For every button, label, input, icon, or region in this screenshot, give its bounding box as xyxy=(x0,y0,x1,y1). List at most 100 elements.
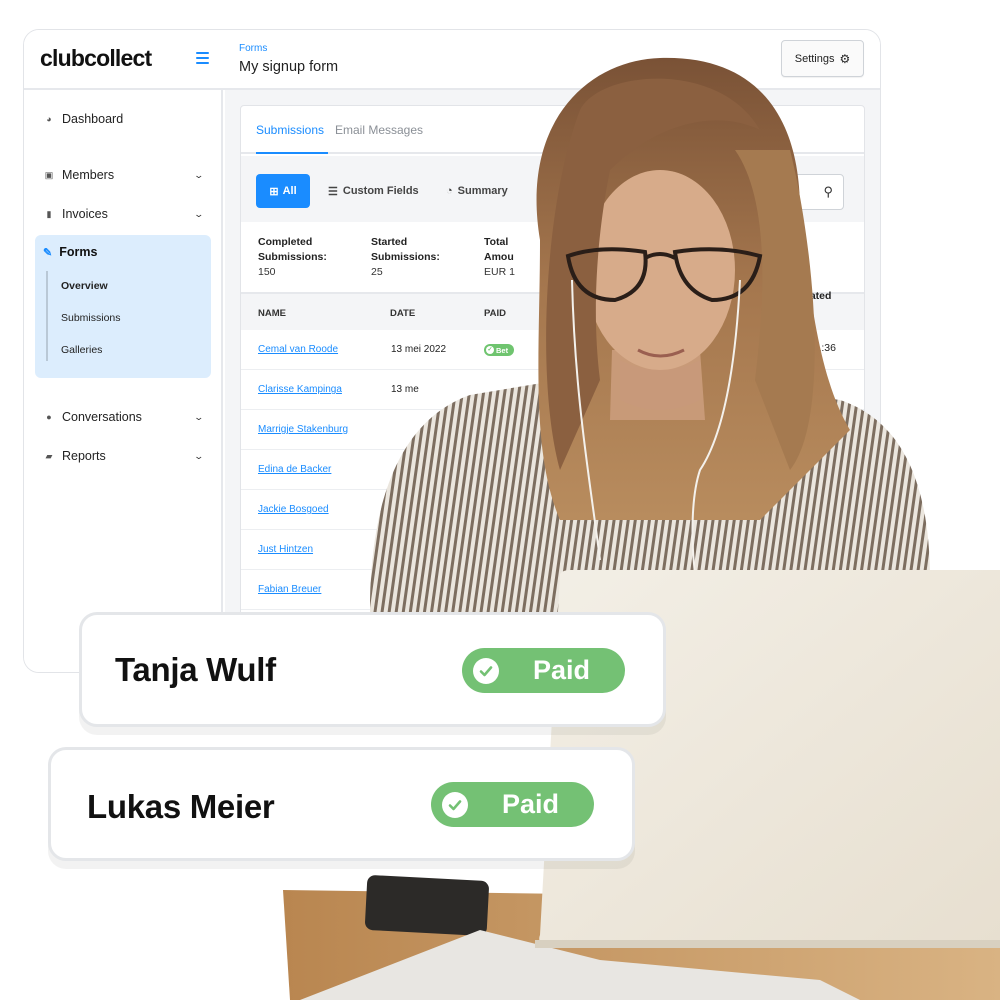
sidebar-item-reports[interactable]: ▰ Reports ⌄ xyxy=(43,446,205,466)
stat-label: Submissions: xyxy=(258,251,327,263)
stat-value: 25 xyxy=(371,266,383,278)
app-window: clubcollect Forms My signup form Setting… xyxy=(23,29,881,673)
submitter-name-link[interactable]: Jackie Bosgoed xyxy=(258,504,329,515)
check-circle-icon xyxy=(473,657,499,684)
sidebar-item-members[interactable]: ▣ Members ⌄ xyxy=(43,165,205,185)
payer-name: Tanja Wulf xyxy=(115,651,276,688)
gear-icon: ⚙ xyxy=(839,51,851,66)
tab-email-messages[interactable]: Email Messages xyxy=(335,123,423,137)
sidebar-subitem-submissions[interactable]: Submissions xyxy=(61,312,121,324)
breadcrumb-forms[interactable]: Forms xyxy=(239,43,267,54)
chevron-down-icon[interactable]: ⌄ xyxy=(194,412,205,423)
search-placeholder: h xyxy=(763,186,770,198)
paid-status-badge: ✓ Bet xyxy=(484,344,515,356)
sidebar: ◕ Dashboard ▣ Members ⌄ ▮ Invoices ⌄ ✎ F… xyxy=(24,90,223,672)
sidebar-item-label: Forms xyxy=(59,245,98,259)
summary-button[interactable]: ◔ Summary xyxy=(446,174,508,208)
right-stat-line1: t xyxy=(804,273,808,285)
search-input[interactable]: h ⚲ xyxy=(754,174,844,210)
check-circle-icon: ✓ xyxy=(486,346,494,354)
submitter-name-link[interactable]: Cemal van Roode xyxy=(258,344,338,355)
table-row[interactable]: Marrigje Stakenburg xyxy=(241,410,864,450)
table-row[interactable]: Edina de Backer xyxy=(241,450,864,490)
column-paid[interactable]: PAID xyxy=(484,308,506,319)
tab-submissions[interactable]: Submissions xyxy=(256,123,324,137)
submission-date: 13 mei 2022 xyxy=(391,344,447,355)
sidebar-subitem-overview[interactable]: Overview xyxy=(61,280,108,292)
top-bar: clubcollect Forms My signup form Setting… xyxy=(24,30,880,90)
sidebar-item-label: Conversations xyxy=(62,410,142,424)
stat-completed: Completed Submissions: 150 xyxy=(258,235,327,280)
chevron-down-icon[interactable]: ⌄ xyxy=(194,451,205,462)
sidebar-item-label: Dashboard xyxy=(62,112,124,126)
payment-card[interactable]: Tanja Wulf Paid xyxy=(79,612,666,727)
stat-started: Started Submissions: 25 xyxy=(371,235,440,280)
submitter-name-link[interactable]: Clarisse Kampinga xyxy=(258,384,342,395)
sidebar-item-label: Members xyxy=(62,168,115,182)
table-row[interactable]: Jackie Bosgoed xyxy=(241,490,864,530)
right-stat-line2: vated xyxy=(804,290,832,302)
view-all-button[interactable]: ⊞ All xyxy=(256,174,310,208)
stat-label: Completed xyxy=(258,236,313,248)
invoice-icon: ▮ xyxy=(46,208,52,219)
pie-chart-icon: ◔ xyxy=(446,185,453,197)
members-icon: ▣ xyxy=(44,169,54,180)
desk xyxy=(283,890,1000,1000)
chevron-down-icon[interactable]: ⌄ xyxy=(194,170,205,181)
stat-value: EUR 1 xyxy=(484,266,515,278)
payment-card[interactable]: Lukas Meier Paid xyxy=(48,747,635,861)
laptop-edge xyxy=(535,940,1000,948)
submissions-card: Submissions Email Messages ⊞ All ☰ Custo… xyxy=(240,105,865,672)
active-tab-indicator xyxy=(256,152,328,154)
submitter-name-link[interactable]: Just Hintzen xyxy=(258,544,313,555)
forms-header[interactable]: ✎ Forms xyxy=(43,245,97,259)
page-title: My signup form xyxy=(239,59,339,75)
main-content: Submissions Email Messages ⊞ All ☰ Custo… xyxy=(225,90,880,672)
sidebar-item-conversations[interactable]: ● Conversations ⌄ xyxy=(43,407,205,427)
all-label: All xyxy=(282,185,297,197)
stat-label: Amou xyxy=(484,251,514,263)
submitter-name-link[interactable]: Edina de Backer xyxy=(258,464,331,475)
table-row[interactable]: Just Hintzen xyxy=(241,530,864,570)
view-toolbar: ⊞ All ☰ Custom Fields ◔ Summary h ⚲ xyxy=(241,156,864,222)
paid-status-badge: Paid xyxy=(431,782,594,827)
chevron-down-icon[interactable]: ⌄ xyxy=(194,209,205,220)
table-header: NAME DATE PAID xyxy=(241,292,864,330)
custom-fields-label: Custom Fields xyxy=(342,185,419,197)
grid-icon: ⊞ xyxy=(269,185,279,198)
column-name[interactable]: NAME xyxy=(258,308,286,319)
submitter-name-link[interactable]: Marrigje Stakenburg xyxy=(258,424,348,435)
sidebar-item-invoices[interactable]: ▮ Invoices ⌄ xyxy=(43,204,205,224)
settings-label: Settings xyxy=(794,52,835,65)
column-date[interactable]: DATE xyxy=(390,308,415,319)
paid-status-badge: Paid xyxy=(462,648,625,693)
chat-icon: ● xyxy=(46,412,52,422)
search-icon[interactable]: ⚲ xyxy=(823,184,833,200)
sidebar-subitem-galleries[interactable]: Galleries xyxy=(61,344,102,356)
dashboard-icon: ◕ xyxy=(46,114,52,124)
newspaper xyxy=(300,930,860,1000)
submitter-name-link[interactable]: Fabian Breuer xyxy=(258,584,321,595)
phone xyxy=(365,875,489,936)
status-label: Bet xyxy=(496,345,509,355)
sidebar-item-forms[interactable]: ✎ Forms Overview Submissions Galleries xyxy=(35,235,211,378)
settings-button[interactable]: Settings ⚙ xyxy=(781,40,864,77)
stat-label: Total xyxy=(484,236,509,248)
stat-total-amount: Total Amou EUR 1 xyxy=(484,235,515,280)
paid-label: Paid xyxy=(502,789,560,819)
sidebar-item-label: Reports xyxy=(62,449,106,463)
right-stat-line3: ct xyxy=(804,325,813,337)
tab-bar: Submissions Email Messages xyxy=(241,106,864,154)
table-row[interactable]: Clarisse Kampinga 13 me xyxy=(241,370,864,410)
pencil-icon: ✎ xyxy=(43,246,53,259)
clubcollect-logo[interactable]: clubcollect xyxy=(40,45,152,72)
hamburger-menu-icon[interactable] xyxy=(196,52,209,64)
table-row[interactable]: Fabian Breuer xyxy=(241,570,864,610)
sidebar-item-dashboard[interactable]: ◕ Dashboard xyxy=(43,109,203,129)
custom-fields-button[interactable]: ☰ Custom Fields xyxy=(328,174,419,208)
paid-label: Paid xyxy=(533,655,591,685)
stats-panel: Completed Submissions: 150 Started Submi… xyxy=(241,222,864,292)
submission-date: 13 me xyxy=(391,384,419,395)
table-row[interactable]: Cemal van Roode 13 mei 2022 ✓ Bet xyxy=(241,330,864,370)
stat-label: Started xyxy=(371,236,408,248)
